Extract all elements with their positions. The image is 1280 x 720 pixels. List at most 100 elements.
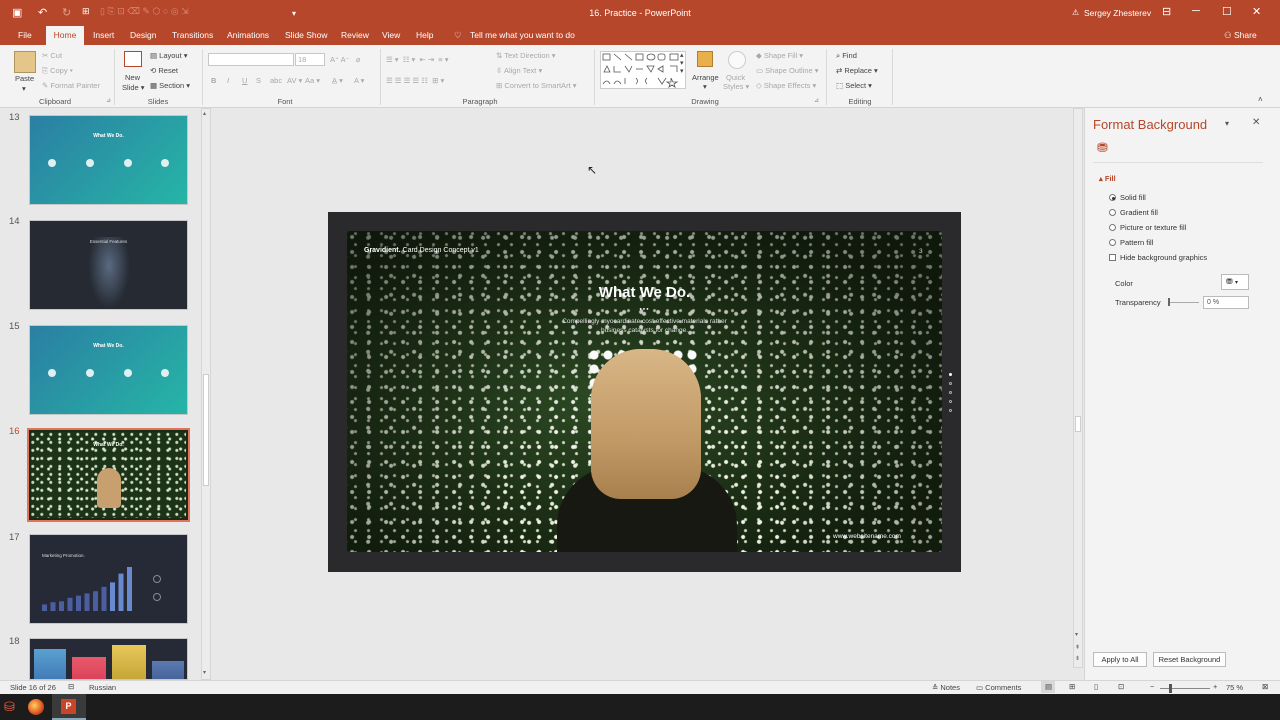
new-slide-button-line2[interactable]: Slide ▾ bbox=[122, 83, 145, 92]
bold-button[interactable]: B bbox=[211, 76, 216, 85]
slide-body-line1[interactable]: Compellingly myocardinate cost effective… bbox=[347, 318, 942, 325]
color-picker-button[interactable]: ⛃ ▾ bbox=[1221, 274, 1249, 290]
char-spacing-button[interactable]: AV ▾ bbox=[287, 76, 302, 85]
shape-outline-button[interactable]: ▭ Shape Outline ▾ bbox=[756, 66, 819, 75]
zoom-slider[interactable] bbox=[1160, 688, 1210, 689]
share-button[interactable]: ⚇ Share bbox=[1218, 26, 1263, 45]
replace-button[interactable]: ⇄ Replace ▾ bbox=[836, 66, 878, 75]
tab-review[interactable]: Review bbox=[335, 26, 375, 45]
slide-thumbnail-16-selected[interactable]: What We Do. bbox=[27, 428, 190, 522]
pattern-fill-radio[interactable] bbox=[1109, 239, 1116, 246]
spellcheck-icon[interactable]: ⊟ bbox=[68, 682, 74, 691]
scroll-thumb[interactable] bbox=[203, 374, 209, 486]
tab-home[interactable]: Home bbox=[46, 26, 84, 45]
collapse-ribbon-icon[interactable]: ˄ bbox=[1258, 95, 1263, 104]
slide-thumbnail-18[interactable] bbox=[29, 638, 188, 680]
redo-icon[interactable]: ↻ bbox=[62, 6, 71, 19]
copy-button[interactable]: ⎘ Copy ▾ bbox=[42, 66, 73, 76]
transparency-input[interactable]: 0 % bbox=[1203, 296, 1249, 309]
shape-effects-button[interactable]: ◇ Shape Effects ▾ bbox=[756, 81, 816, 90]
select-button[interactable]: ⬚ Select ▾ bbox=[836, 81, 872, 90]
save-icon[interactable]: ▣ bbox=[12, 6, 22, 19]
next-slide-icon[interactable]: ⇟ bbox=[1075, 655, 1080, 662]
pane-options-icon[interactable]: ▾ bbox=[1225, 119, 1229, 128]
align-buttons[interactable]: ☰ ☰ ☰ ☰ ☷ ⊞ ▾ bbox=[386, 76, 444, 85]
thumbnail-scrollbar[interactable]: ▴ ▾ bbox=[201, 108, 211, 680]
reset-button[interactable]: ⟲ Reset bbox=[150, 66, 178, 75]
start-slideshow-icon[interactable]: ⊞ bbox=[82, 6, 90, 17]
transparency-slider[interactable] bbox=[1169, 302, 1199, 303]
undo-icon[interactable]: ↶ bbox=[38, 6, 47, 19]
customize-qat-icon[interactable]: ▾ bbox=[292, 9, 296, 18]
slide-thumbnail-13[interactable]: What We Do. bbox=[29, 115, 188, 205]
solid-fill-radio[interactable] bbox=[1109, 194, 1116, 201]
solid-fill-label[interactable]: Solid fill bbox=[1120, 193, 1146, 202]
scroll-down-icon[interactable]: ▾ bbox=[203, 669, 206, 676]
slide-thumbnail-17[interactable]: Marketing Promotion. bbox=[29, 534, 188, 624]
quick-styles-button-line2[interactable]: Styles ▾ bbox=[723, 82, 749, 91]
fill-bucket-icon[interactable]: ⛃ bbox=[1097, 140, 1108, 156]
tell-me-search[interactable]: Tell me what you want to do bbox=[464, 26, 581, 45]
ribbon-display-icon[interactable]: ⊟ bbox=[1162, 5, 1171, 18]
font-name-field[interactable] bbox=[208, 53, 294, 66]
arrange-button[interactable]: Arrange bbox=[692, 73, 719, 82]
gradient-fill-label[interactable]: Gradient fill bbox=[1120, 208, 1158, 217]
canvas-scroll-thumb[interactable] bbox=[1075, 416, 1081, 432]
shapes-gallery-scroll[interactable]: ▴ ▾ ▾ bbox=[680, 51, 684, 75]
apply-to-all-button[interactable]: Apply to All bbox=[1093, 652, 1147, 667]
taskbar-browser-icon[interactable] bbox=[28, 699, 44, 715]
zoom-level[interactable]: 75 % bbox=[1226, 683, 1243, 692]
arrange-dropdown-icon[interactable]: ▾ bbox=[703, 82, 707, 91]
close-icon[interactable]: ✕ bbox=[1252, 5, 1261, 18]
slide-heading[interactable]: What We Do. bbox=[347, 284, 942, 301]
align-text-button[interactable]: ⇳ Align Text ▾ bbox=[496, 66, 542, 75]
text-direction-button[interactable]: ⇅ Text Direction ▾ bbox=[496, 51, 556, 60]
shadow-button[interactable]: S bbox=[256, 76, 261, 85]
font-size-icons[interactable]: A⁺ A⁻ ⌀ bbox=[330, 55, 360, 64]
user-name[interactable]: Sergey Zhesterev bbox=[1084, 8, 1151, 18]
canvas-scrollbar[interactable]: ▾ ⇞ ⇟ bbox=[1073, 108, 1083, 668]
find-button[interactable]: ⌕ Find bbox=[836, 51, 857, 61]
prev-slide-icon[interactable]: ⇞ bbox=[1075, 644, 1080, 651]
scroll-up-icon[interactable]: ▴ bbox=[203, 110, 206, 117]
scroll-down-icon[interactable]: ▾ bbox=[1075, 631, 1078, 638]
minimize-icon[interactable]: ─ bbox=[1192, 5, 1200, 17]
arrange-icon[interactable] bbox=[697, 51, 713, 67]
paste-button[interactable]: Paste bbox=[15, 74, 34, 83]
tab-slide-show[interactable]: Slide Show bbox=[279, 26, 334, 45]
zoom-slider-handle[interactable] bbox=[1169, 684, 1172, 693]
paste-icon[interactable] bbox=[14, 51, 36, 73]
comments-button[interactable]: ▭ Comments bbox=[976, 683, 1021, 692]
picture-fill-radio[interactable] bbox=[1109, 224, 1116, 231]
reading-view-icon[interactable]: ▯ bbox=[1094, 682, 1098, 691]
shapes-gallery[interactable] bbox=[600, 51, 686, 89]
taskbar-powerpoint-button[interactable]: P bbox=[52, 694, 86, 720]
quick-styles-button[interactable]: Quick bbox=[726, 73, 745, 82]
hide-bg-label[interactable]: Hide background graphics bbox=[1120, 253, 1207, 262]
convert-smartart-button[interactable]: ⊞ Convert to SmartArt ▾ bbox=[496, 81, 577, 90]
taskbar-app-icon[interactable]: ⛁ bbox=[4, 699, 16, 715]
slideshow-view-icon[interactable]: ⊡ bbox=[1118, 682, 1124, 691]
change-case-button[interactable]: Aa ▾ bbox=[305, 76, 320, 85]
hide-bg-checkbox[interactable] bbox=[1109, 254, 1116, 261]
shape-fill-button[interactable]: ◆ Shape Fill ▾ bbox=[756, 51, 803, 60]
font-color-button[interactable]: A̲ ▾ bbox=[332, 76, 343, 85]
transparency-slider-handle[interactable] bbox=[1168, 298, 1170, 306]
slide-body-line2[interactable]: business catalysts for change. bbox=[347, 327, 942, 334]
tab-insert[interactable]: Insert bbox=[87, 26, 120, 45]
pane-close-icon[interactable]: ✕ bbox=[1252, 117, 1260, 128]
tab-file[interactable]: File bbox=[12, 26, 38, 45]
quick-styles-icon[interactable] bbox=[728, 51, 746, 69]
fill-section-header[interactable]: ▴ Fill bbox=[1099, 174, 1116, 183]
notes-button[interactable]: ≙ Notes bbox=[932, 683, 960, 692]
tab-transitions[interactable]: Transitions bbox=[166, 26, 219, 45]
fit-to-window-icon[interactable]: ⊠ bbox=[1262, 682, 1268, 691]
italic-button[interactable]: I bbox=[227, 76, 229, 85]
language[interactable]: Russian bbox=[89, 683, 116, 692]
layout-button[interactable]: ▤ Layout ▾ bbox=[150, 51, 188, 60]
drawing-launcher-icon[interactable]: ⊿ bbox=[814, 97, 819, 104]
highlight-button[interactable]: A ▾ bbox=[354, 76, 364, 85]
tab-design[interactable]: Design bbox=[124, 26, 162, 45]
tab-animations[interactable]: Animations bbox=[221, 26, 275, 45]
paste-dropdown-icon[interactable]: ▾ bbox=[22, 84, 26, 93]
